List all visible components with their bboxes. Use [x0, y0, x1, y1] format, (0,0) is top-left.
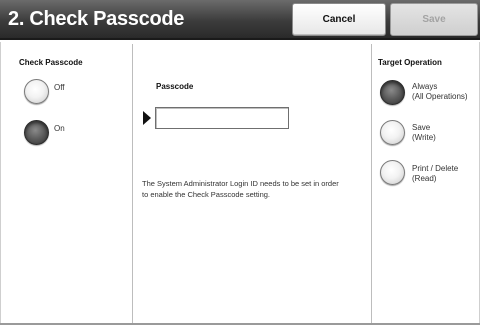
radio-always[interactable]: [380, 80, 405, 105]
radio-print-delete[interactable]: [380, 160, 405, 185]
page-title: 2. Check Passcode: [8, 8, 185, 30]
column-divider-left: [132, 44, 133, 325]
title-bar: 2. Check Passcode Cancel Save: [0, 0, 480, 40]
passcode-label: Passcode: [156, 82, 194, 91]
radio-off-label: Off: [54, 83, 65, 92]
radio-save-write[interactable]: [380, 120, 405, 145]
radio-on[interactable]: [24, 120, 49, 145]
pointer-arrow-icon: [143, 111, 151, 125]
radio-on-label: On: [54, 124, 65, 133]
save-button[interactable]: Save: [390, 3, 478, 36]
passcode-input[interactable]: [155, 107, 289, 129]
check-passcode-label: Check Passcode: [19, 58, 83, 67]
target-operation-label: Target Operation: [378, 58, 442, 67]
radio-always-label: Always (All Operations): [412, 82, 468, 101]
column-divider-right: [371, 44, 372, 325]
passcode-note: The System Administrator Login ID needs …: [142, 179, 339, 199]
radio-print-delete-label: Print / Delete (Read): [412, 164, 459, 183]
cancel-button[interactable]: Cancel: [292, 3, 386, 36]
radio-save-write-label: Save (Write): [412, 123, 436, 142]
radio-off[interactable]: [24, 79, 49, 104]
